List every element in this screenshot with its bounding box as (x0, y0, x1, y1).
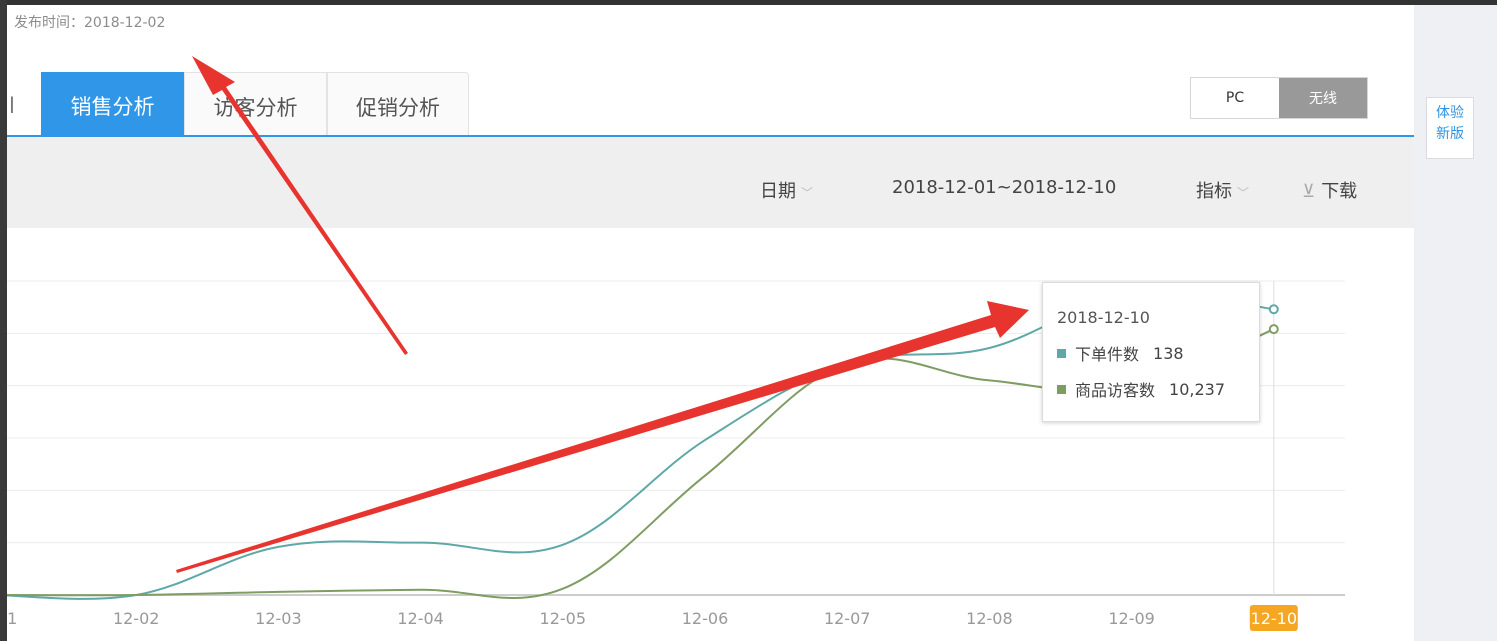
annotation-arrow (176, 301, 1029, 573)
main-panel: 发布时间：2018-12-02 l 销售分析 访客分析 促销分析 PC 无线 日… (7, 5, 1414, 641)
x-tick-label: 12-01 (7, 609, 17, 628)
right-side-panel: 体验 新版 (1414, 5, 1497, 641)
series-swatch-orders (1057, 348, 1066, 358)
x-tick-label: 12-05 (540, 609, 587, 628)
x-tick-label: 12-08 (966, 609, 1013, 628)
series-swatch-visitors (1057, 384, 1066, 394)
tooltip-row-orders: 下单件数 138 (1057, 341, 1184, 365)
tooltip-series-value: 10,237 (1169, 379, 1225, 399)
x-tick-label: 12-02 (113, 609, 160, 628)
annotation-arrow (192, 56, 408, 355)
x-tick-label: 12-09 (1108, 609, 1155, 628)
chart-tooltip: 2018-12-10 下单件数 138 商品访客数 10,237 (1042, 282, 1260, 422)
x-tick-label: 12-10 (1251, 609, 1298, 628)
tooltip-series-value: 138 (1153, 343, 1184, 363)
tooltip-series-name: 商品访客数 (1075, 381, 1156, 400)
tooltip-series-name: 下单件数 (1075, 345, 1140, 364)
x-tick-label: 12-07 (824, 609, 871, 628)
tooltip-date: 2018-12-10 (1057, 308, 1150, 327)
new-version-line1: 体验 (1436, 105, 1464, 121)
new-version-line2: 新版 (1436, 126, 1464, 142)
try-new-version-button[interactable]: 体验 新版 (1426, 97, 1474, 159)
x-tick-label: 12-03 (255, 609, 302, 628)
tooltip-row-visitors: 商品访客数 10,237 (1057, 377, 1225, 401)
x-tick-label: 12-04 (397, 609, 444, 628)
x-tick-label: 12-06 (682, 609, 729, 628)
data-point (1268, 304, 1279, 315)
data-point (1268, 324, 1279, 335)
window-edge (0, 0, 7, 641)
